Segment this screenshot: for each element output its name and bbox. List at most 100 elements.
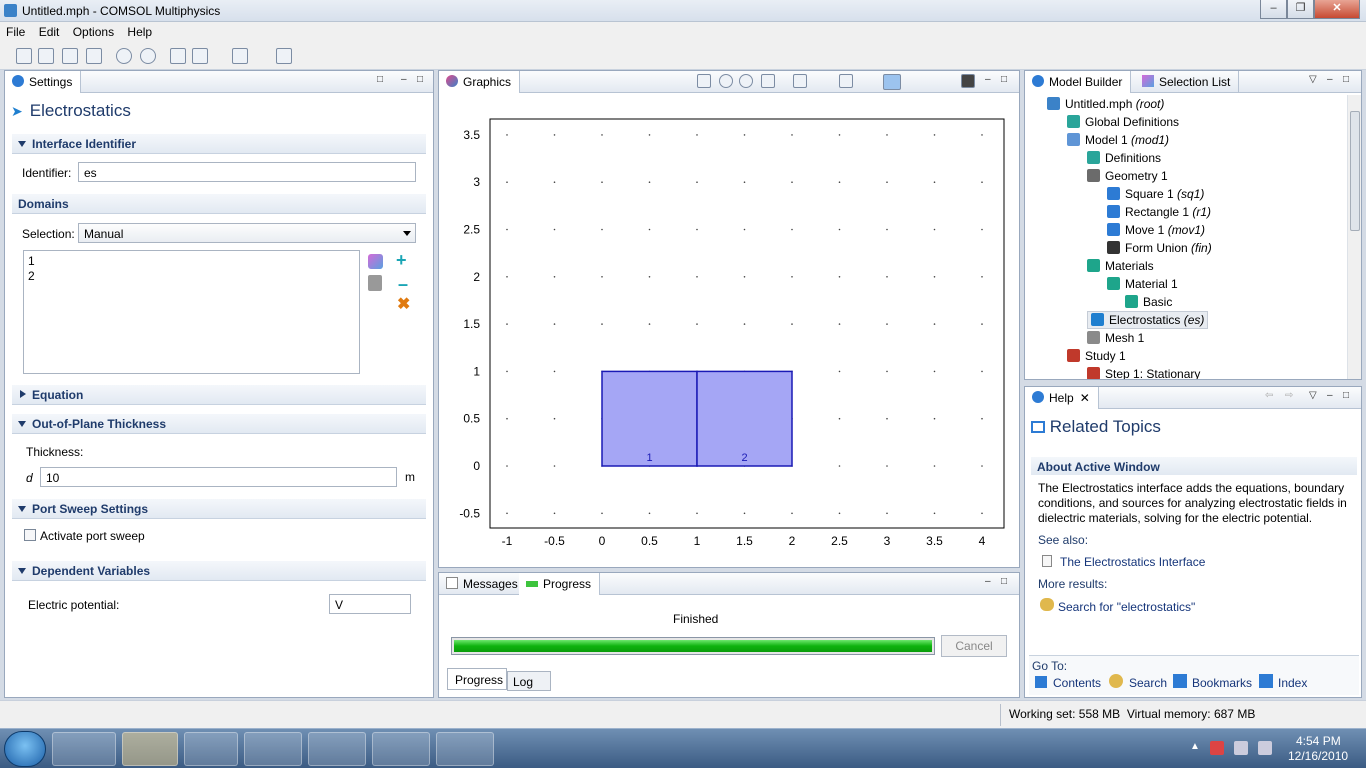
tree-item[interactable]: Mesh 1 xyxy=(1087,329,1144,347)
help-window-icon[interactable]: □ xyxy=(377,74,383,85)
help-icon[interactable] xyxy=(170,48,186,64)
tree-item[interactable]: Materials xyxy=(1087,257,1154,275)
taskbar-app-icon[interactable] xyxy=(372,732,430,766)
maximize-view-icon[interactable]: □ xyxy=(1343,74,1349,85)
context-help-icon[interactable] xyxy=(192,48,208,64)
zoom-box-icon[interactable] xyxy=(697,74,711,88)
thickness-section[interactable]: Out-of-Plane Thickness xyxy=(12,414,426,434)
zoom-in-icon[interactable] xyxy=(719,74,733,88)
domain-selection-list[interactable]: 1 2 xyxy=(23,250,360,374)
view-menu-icon[interactable]: ▽ xyxy=(1309,390,1317,401)
tree-item[interactable]: Geometry 1 xyxy=(1087,167,1168,185)
select-box-icon[interactable] xyxy=(368,254,383,269)
remove-icon[interactable]: – xyxy=(398,274,408,295)
list-item[interactable]: 2 xyxy=(28,269,355,284)
menu-options[interactable]: Options xyxy=(67,22,118,39)
start-button[interactable] xyxy=(4,731,46,767)
undo-icon[interactable] xyxy=(116,48,132,64)
menu-file[interactable]: File xyxy=(0,22,29,39)
cancel-button[interactable]: Cancel xyxy=(941,635,1007,657)
axes-icon[interactable] xyxy=(793,74,807,88)
menu-edit[interactable]: Edit xyxy=(33,22,64,39)
search-electrostatics-link[interactable]: Search for "electrostatics" xyxy=(1058,600,1195,614)
back-icon[interactable]: ⇦ xyxy=(1265,390,1273,401)
goto-index-link[interactable]: Index xyxy=(1278,676,1307,690)
layout-icon[interactable] xyxy=(276,48,292,64)
equation-section[interactable]: Equation xyxy=(12,385,426,405)
add-icon[interactable]: + xyxy=(396,250,407,271)
open-icon[interactable] xyxy=(38,48,54,64)
minimize-view-icon[interactable]: – xyxy=(985,74,991,85)
menu-help[interactable]: Help xyxy=(121,22,156,39)
taskbar-comsol-icon[interactable] xyxy=(244,732,302,766)
tree-item[interactable]: Definitions xyxy=(1087,149,1161,167)
tab-settings[interactable]: Settings xyxy=(5,71,82,93)
tab-messages[interactable]: Messages xyxy=(439,573,527,595)
select-domains-icon[interactable] xyxy=(883,74,901,90)
thickness-input[interactable]: 10 xyxy=(40,467,397,487)
save-icon[interactable] xyxy=(62,48,78,64)
dependent-variables-section[interactable]: Dependent Variables xyxy=(12,561,426,581)
tray-arrow-icon[interactable]: ▲ xyxy=(1190,741,1200,752)
clock-date[interactable]: 12/16/2010 xyxy=(1288,749,1348,763)
tab-model-builder[interactable]: Model Builder xyxy=(1025,71,1132,93)
tab-progress-bottom[interactable]: Progress xyxy=(447,668,507,690)
taskbar-cmd-icon[interactable] xyxy=(308,732,366,766)
tree-item[interactable]: Study 1 xyxy=(1067,347,1126,365)
tree-item[interactable]: Step 1: Stationary xyxy=(1087,365,1200,379)
taskbar-media-icon[interactable] xyxy=(184,732,238,766)
electrostatics-interface-link[interactable]: The Electrostatics Interface xyxy=(1060,555,1205,569)
print-icon[interactable] xyxy=(86,48,102,64)
clock-time[interactable]: 4:54 PM xyxy=(1296,734,1341,748)
zoom-out-icon[interactable] xyxy=(739,74,753,88)
tree-item[interactable]: Move 1 (mov1) xyxy=(1107,221,1205,239)
tray-flag-icon[interactable] xyxy=(1210,741,1224,755)
view-menu-icon[interactable]: ▽ xyxy=(1309,74,1317,85)
port-sweep-checkbox[interactable] xyxy=(24,529,36,541)
tree-item[interactable]: Model 1 (mod1) xyxy=(1067,131,1169,149)
taskbar-explorer-icon[interactable] xyxy=(122,732,178,766)
maximize-view-icon[interactable]: □ xyxy=(1343,390,1349,401)
list-item[interactable]: 1 xyxy=(28,254,355,269)
close-button[interactable]: ✕ xyxy=(1314,0,1360,19)
taskbar-window-icon[interactable] xyxy=(436,732,494,766)
minimize-view-icon[interactable]: – xyxy=(401,74,407,85)
tree-item[interactable]: Untitled.mph (root) xyxy=(1047,95,1164,113)
tree-item[interactable]: Rectangle 1 (r1) xyxy=(1107,203,1211,221)
maximize-view-icon[interactable]: □ xyxy=(1001,576,1007,587)
zoom-extents-icon[interactable] xyxy=(761,74,775,88)
new-icon[interactable] xyxy=(16,48,32,64)
tray-volume-icon[interactable] xyxy=(1258,741,1272,755)
goto-contents-link[interactable]: Contents xyxy=(1053,676,1101,690)
clear-icon[interactable]: ✖ xyxy=(397,294,410,314)
close-icon[interactable]: ✕ xyxy=(1080,391,1090,405)
minimize-view-icon[interactable]: – xyxy=(1327,74,1333,85)
selection-dropdown[interactable]: Manual xyxy=(78,223,416,243)
tree-item[interactable]: Square 1 (sq1) xyxy=(1107,185,1204,203)
tab-log[interactable]: Log xyxy=(507,671,551,691)
taskbar-ie-icon[interactable] xyxy=(52,732,116,766)
goto-bookmarks-link[interactable]: Bookmarks xyxy=(1192,676,1252,690)
port-sweep-section[interactable]: Port Sweep Settings xyxy=(12,499,426,519)
screenshot-icon[interactable] xyxy=(961,74,975,88)
redo-icon[interactable] xyxy=(140,48,156,64)
tree-item[interactable]: Basic xyxy=(1125,293,1172,311)
goto-search-link[interactable]: Search xyxy=(1129,676,1167,690)
tab-help[interactable]: Help ✕ xyxy=(1025,387,1099,409)
minimize-button[interactable]: – xyxy=(1260,0,1287,19)
select-icon[interactable] xyxy=(839,74,853,88)
tree-item[interactable]: Electrostatics (es) xyxy=(1087,311,1209,329)
physics-icon[interactable] xyxy=(232,48,248,64)
identifier-input[interactable]: es xyxy=(78,162,416,182)
tab-progress[interactable]: Progress xyxy=(519,573,601,595)
forward-icon[interactable]: ⇨ xyxy=(1285,390,1293,401)
maximize-view-icon[interactable]: □ xyxy=(1001,74,1007,85)
tree-item[interactable]: Global Definitions xyxy=(1067,113,1179,131)
domains-section[interactable]: Domains xyxy=(12,194,426,214)
tree-scrollbar[interactable] xyxy=(1347,95,1361,379)
electric-potential-input[interactable]: V xyxy=(329,594,411,614)
geometry-plot[interactable]: -1 -0.5 0 0.5 1 1.5 2 2.5 3 3.5 4 3.5 3 2.5 2 1.5 1 0.5 0… xyxy=(458,118,1006,558)
tray-network-icon[interactable] xyxy=(1234,741,1248,755)
scrollbar-thumb[interactable] xyxy=(1350,111,1360,231)
tab-selection-list[interactable]: Selection List xyxy=(1135,71,1240,93)
